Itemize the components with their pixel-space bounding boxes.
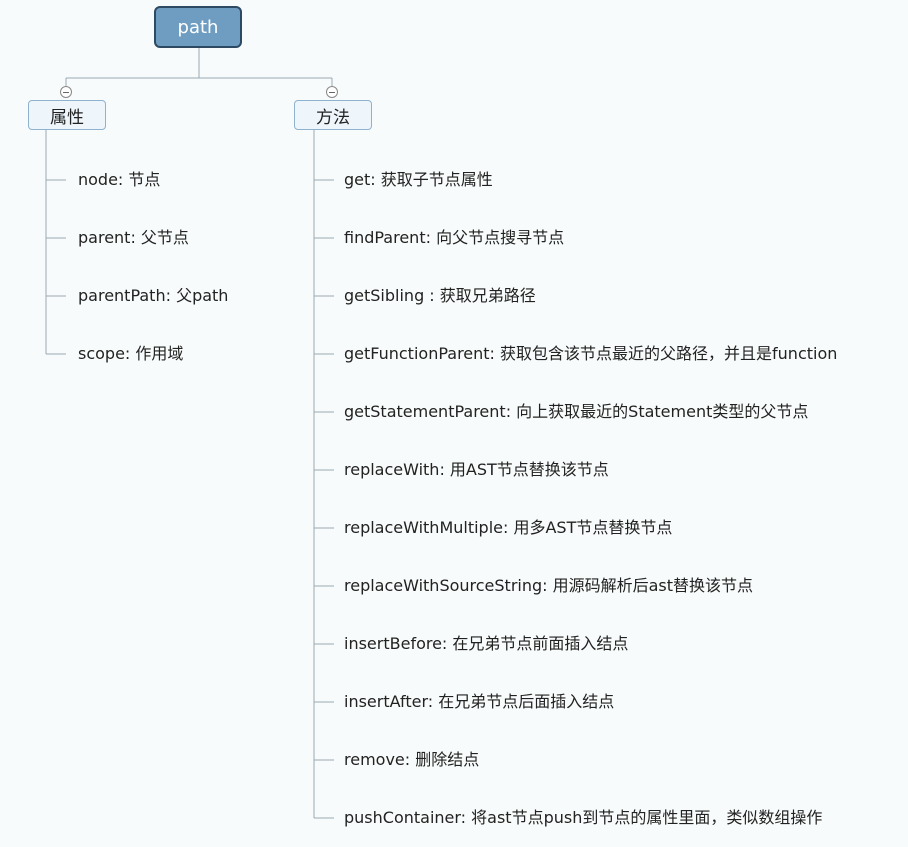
branch-node-attributes[interactable]: 属性 xyxy=(28,100,106,130)
branch-label-attributes: 属性 xyxy=(50,107,84,128)
collapse-toggle-attributes-icon[interactable] xyxy=(60,86,72,98)
leaf-method-insertafter[interactable]: insertAfter: 在兄弟节点后面插入结点 xyxy=(344,692,614,712)
collapse-toggle-methods-icon[interactable] xyxy=(326,86,338,98)
branch-label-methods: 方法 xyxy=(316,107,350,128)
branch-node-methods[interactable]: 方法 xyxy=(294,100,372,130)
leaf-method-getsibling[interactable]: getSibling : 获取兄弟路径 xyxy=(344,286,536,306)
root-node-label: path xyxy=(177,16,219,38)
leaf-method-findparent[interactable]: findParent: 向父节点搜寻节点 xyxy=(344,228,564,248)
leaf-attr-node[interactable]: node: 节点 xyxy=(78,170,160,190)
mind-map: path 属性 方法 node: 节点 parent: 父节点 parentPa… xyxy=(0,0,908,847)
leaf-method-replacewith[interactable]: replaceWith: 用AST节点替换该节点 xyxy=(344,460,609,480)
leaf-method-pushcontainer[interactable]: pushContainer: 将ast节点push到节点的属性里面，类似数组操作 xyxy=(344,808,822,828)
leaf-attr-parent[interactable]: parent: 父节点 xyxy=(78,228,189,248)
leaf-method-get[interactable]: get: 获取子节点属性 xyxy=(344,170,493,190)
leaf-method-getstatementparent[interactable]: getStatementParent: 向上获取最近的Statement类型的父… xyxy=(344,402,808,422)
leaf-method-replacewithmultiple[interactable]: replaceWithMultiple: 用多AST节点替换节点 xyxy=(344,518,672,538)
leaf-method-remove[interactable]: remove: 删除结点 xyxy=(344,750,479,770)
connector-lines xyxy=(45,48,334,819)
leaf-attr-parentpath[interactable]: parentPath: 父path xyxy=(78,286,228,306)
leaf-method-insertbefore[interactable]: insertBefore: 在兄弟节点前面插入结点 xyxy=(344,634,628,654)
leaf-method-getfunctionparent[interactable]: getFunctionParent: 获取包含该节点最近的父路径，并且是func… xyxy=(344,344,837,364)
leaf-method-replacewithsourcestring[interactable]: replaceWithSourceString: 用源码解析后ast替换该节点 xyxy=(344,576,753,596)
root-node-path[interactable]: path xyxy=(154,6,242,48)
leaf-attr-scope[interactable]: scope: 作用域 xyxy=(78,344,183,364)
